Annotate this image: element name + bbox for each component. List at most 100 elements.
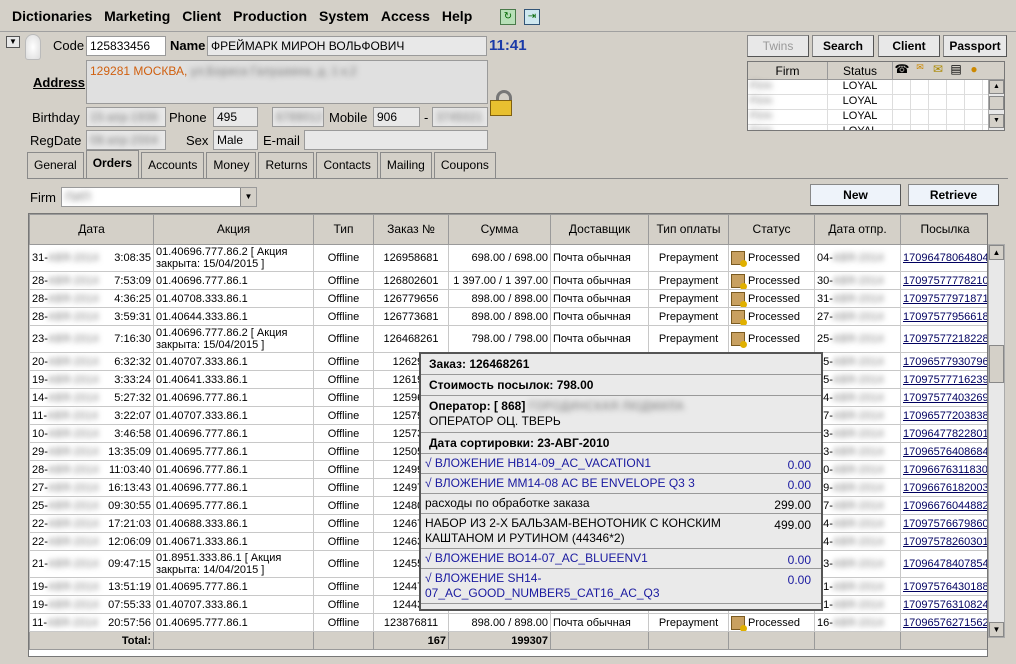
lock-icon[interactable]	[490, 90, 516, 118]
birthday-field[interactable]: 15-апр-1936	[86, 107, 166, 127]
chevron-down-icon[interactable]: ▼	[240, 188, 256, 206]
table-row[interactable]: 28-ABR-2014 3:59:31 01.40644.333.86.1 Offli…	[29, 307, 987, 326]
parcel-link[interactable]: 17097576679860	[903, 518, 987, 530]
passport-button[interactable]: Passport	[943, 35, 1007, 57]
menu-item-marketing[interactable]: Marketing	[98, 8, 176, 24]
parcel-link[interactable]: 17096676311830	[903, 464, 987, 476]
flag-cell[interactable]	[929, 95, 947, 109]
tab-coupons[interactable]: Coupons	[433, 152, 496, 178]
column-header[interactable]: Посылка	[900, 214, 987, 245]
parcel-link[interactable]: 17097577971871	[903, 293, 987, 305]
exit-icon[interactable]: ⇥	[524, 9, 540, 25]
table-row[interactable]: 31-ABR-2014 3:08:35 01.40696.777.86.2 [ Ак…	[29, 244, 987, 272]
flag-cell[interactable]	[893, 80, 911, 94]
flag-cell[interactable]	[947, 95, 965, 109]
parcel-link[interactable]: 17096576408684	[903, 446, 987, 458]
new-button[interactable]: New	[810, 184, 901, 206]
parcel-link[interactable]: 17097577716239	[903, 374, 987, 386]
table-row[interactable]: 28-ABR-2014 7:53:09 01.40696.777.86.1 Offli…	[29, 271, 987, 290]
flag-cell[interactable]	[911, 110, 929, 124]
parcel-link[interactable]: 17096676044882	[903, 500, 987, 512]
firm-row[interactable]: Firm LOYAL	[748, 80, 1004, 95]
address-field[interactable]: 129281 МОСКВА, ул.Бориса Галушкина, д. 1…	[86, 60, 488, 104]
mobile-prefix-field[interactable]: 906	[373, 107, 420, 127]
client-button[interactable]: Client	[878, 35, 940, 57]
flag-cell[interactable]	[965, 110, 983, 124]
column-header[interactable]: Сумма	[448, 214, 551, 245]
flag-cell[interactable]	[893, 125, 911, 130]
menu-item-client[interactable]: Client	[176, 8, 227, 24]
twins-button[interactable]: Twins	[747, 35, 809, 57]
parcel-link[interactable]: 17097577403269	[903, 392, 987, 404]
tab-returns[interactable]: Returns	[258, 152, 315, 178]
scroll-down-icon[interactable]: ▼	[989, 622, 1004, 637]
flag-cell[interactable]	[911, 80, 929, 94]
column-header[interactable]: Акция	[153, 214, 314, 245]
phone-number-field[interactable]: 6789012	[272, 107, 324, 127]
table-row[interactable]: 28-ABR-2014 4:36:25 01.40708.333.86.1 Offli…	[29, 289, 987, 308]
parcel-link[interactable]: 17096577930796	[903, 356, 987, 368]
flag-cell[interactable]	[965, 125, 983, 130]
flag-cell[interactable]	[947, 80, 965, 94]
table-row[interactable]: 11-ABR-2014 20:57:56 01.40695.777.86.1 Offl…	[29, 613, 987, 632]
column-header[interactable]: Дата	[29, 214, 154, 245]
scroll-thumb[interactable]	[989, 345, 1004, 383]
firm-row[interactable]: Firm LOYAL	[748, 95, 1004, 110]
column-header[interactable]: Заказ №	[373, 214, 449, 245]
parcel-link[interactable]: 17097577778210	[903, 275, 987, 287]
flag-cell[interactable]	[965, 80, 983, 94]
column-header[interactable]: Статус	[728, 214, 815, 245]
menu-item-production[interactable]: Production	[227, 8, 313, 24]
parcel-link[interactable]: 17096577203838	[903, 410, 987, 422]
mobile-number-field[interactable]: 3745021	[432, 107, 488, 127]
email-field[interactable]	[304, 130, 488, 150]
flag-cell[interactable]	[893, 110, 911, 124]
parcel-link[interactable]: 17096576271562	[903, 617, 987, 629]
flag-cell[interactable]	[929, 110, 947, 124]
retrieve-button[interactable]: Retrieve	[908, 184, 999, 206]
tab-contacts[interactable]: Contacts	[316, 152, 378, 178]
flag-cell[interactable]	[965, 95, 983, 109]
address-label[interactable]: Address	[33, 75, 85, 90]
tab-general[interactable]: General	[27, 152, 84, 178]
firm-row[interactable]: Firm LOYAL	[748, 110, 1004, 125]
parcel-link[interactable]: 17096676182003	[903, 482, 987, 494]
column-header[interactable]: Тип оплаты	[648, 214, 729, 245]
tab-accounts[interactable]: Accounts	[141, 152, 205, 178]
phone-prefix-field[interactable]: 495	[213, 107, 258, 127]
code-field[interactable]: 125833456	[86, 36, 166, 56]
sex-field[interactable]: Male	[213, 130, 258, 150]
column-header[interactable]: Доставщик	[550, 214, 649, 245]
menu-item-dictionaries[interactable]: Dictionaries	[6, 8, 98, 24]
menu-item-access[interactable]: Access	[375, 8, 436, 24]
parcel-link[interactable]: 17097576310824	[903, 599, 987, 611]
parcel-link[interactable]: 17096478407854	[903, 558, 987, 570]
regdate-field[interactable]: 08-апр-2004	[86, 130, 166, 150]
name-field[interactable]: ФРЕЙМАРК МИРОН ВОЛЬФОВИЧ	[207, 36, 487, 56]
menu-item-system[interactable]: System	[313, 8, 375, 24]
firm-row[interactable]: Firm LOYAL	[748, 125, 1004, 130]
column-header[interactable]: Дата отпр.	[814, 214, 901, 245]
flag-cell[interactable]	[929, 80, 947, 94]
tab-orders[interactable]: Orders	[85, 150, 140, 178]
menu-item-help[interactable]: Help	[436, 8, 478, 24]
flag-cell[interactable]	[929, 125, 947, 130]
parcel-link[interactable]: 17097576430188	[903, 581, 987, 593]
flag-cell[interactable]	[893, 95, 911, 109]
orders-grid-scrollbar[interactable]: ▲ ▼	[988, 244, 1005, 638]
firm-table-scrollbar[interactable]: ▲ ▼	[988, 80, 1004, 130]
column-header[interactable]: Тип	[313, 214, 374, 245]
flag-cell[interactable]	[947, 110, 965, 124]
collapse-icon[interactable]: ▼	[6, 36, 20, 48]
refresh-icon[interactable]: ↻	[500, 9, 516, 25]
table-row[interactable]: 23-ABR-2014 7:16:30 01.40696.777.86.2 [ Ак…	[29, 325, 987, 353]
parcel-link[interactable]: 17097578260301	[903, 536, 987, 548]
parcel-link[interactable]: 17096478064804	[903, 252, 987, 264]
firm-select[interactable]: ПИП ▼	[61, 187, 257, 207]
parcel-link[interactable]: 17097577218228	[903, 333, 987, 345]
tab-mailing[interactable]: Mailing	[379, 152, 432, 178]
parcel-link[interactable]: 17097577956618	[903, 311, 987, 323]
flag-cell[interactable]	[911, 95, 929, 109]
search-button[interactable]: Search	[812, 35, 874, 57]
flag-cell[interactable]	[911, 125, 929, 130]
